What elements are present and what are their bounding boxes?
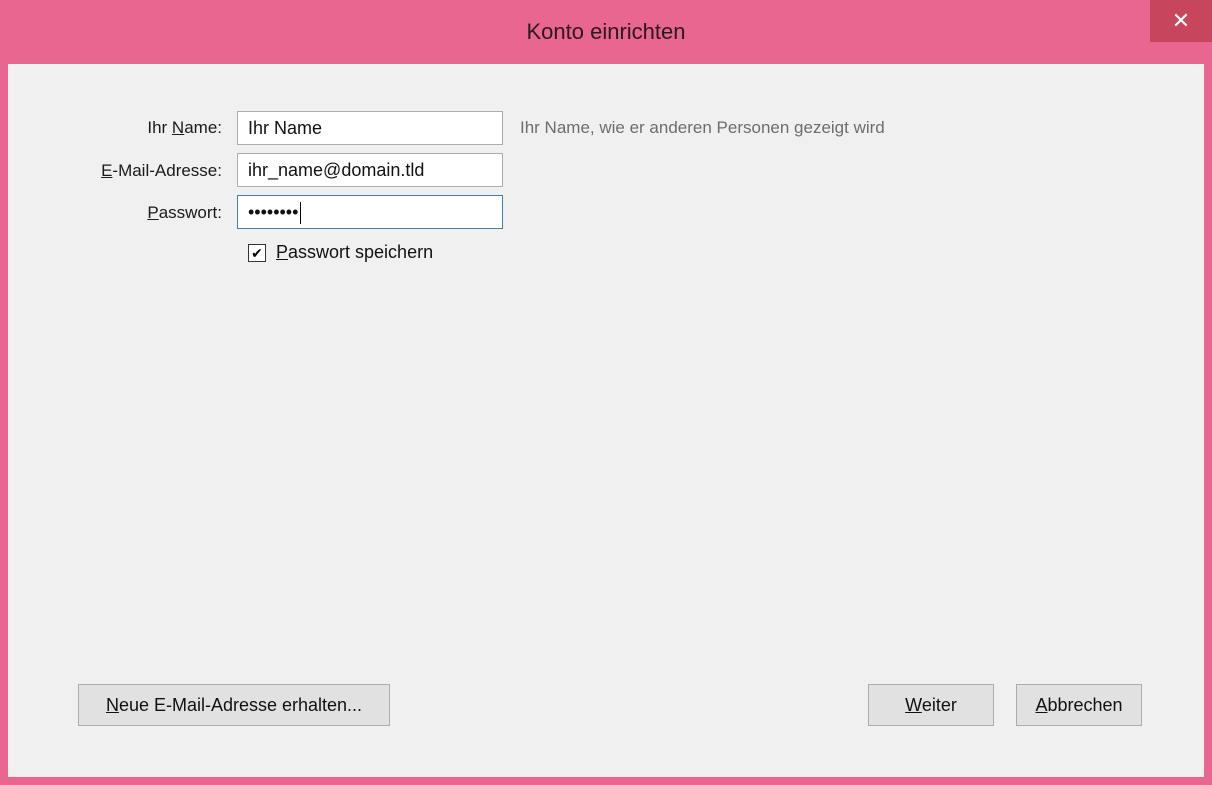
dialog-content: Ihr Name: Ihr Name Ihr Name, wie er ande… [8, 64, 1204, 777]
next-label: eiter [921, 695, 957, 715]
next-button[interactable]: Weiter [868, 684, 994, 726]
password-label-suffix: asswort: [158, 203, 222, 222]
password-label: Passwort: [22, 203, 222, 223]
email-label-accesskey: E [101, 161, 113, 180]
get-new-email-button[interactable]: Neue E-Mail-Adresse erhalten... [78, 684, 390, 726]
name-label: Ihr Name: [22, 118, 222, 138]
save-password-suffix: asswort speichern [288, 242, 434, 262]
name-input[interactable]: Ihr Name [237, 111, 503, 145]
cancel-button[interactable]: Abbrechen [1016, 684, 1142, 726]
setup-account-window: Konto einrichten ✕ Ihr Name: Ihr Name Ih… [0, 0, 1212, 785]
cancel-label: bbrechen [1047, 695, 1123, 715]
name-label-accesskey: N [171, 118, 185, 137]
save-password-checkbox[interactable]: ✔ [248, 244, 266, 262]
checkmark-icon: ✔ [251, 245, 263, 261]
password-input[interactable]: •••••••• [237, 195, 503, 229]
email-label: E-Mail-Adresse: [22, 161, 222, 181]
get-new-email-accesskey: N [105, 695, 119, 715]
cancel-accesskey: A [1035, 695, 1048, 715]
close-icon: ✕ [1171, 8, 1191, 33]
password-input-value: •••••••• [248, 202, 299, 222]
name-label-prefix: Ihr [147, 118, 172, 137]
window-title: Konto einrichten [526, 19, 686, 44]
get-new-email-label: eue E-Mail-Adresse erhalten... [118, 695, 363, 715]
next-accesskey: W [905, 695, 922, 715]
email-input[interactable]: ihr_name@domain.tld [237, 153, 503, 187]
name-label-suffix: ame: [184, 118, 222, 137]
close-button[interactable]: ✕ [1150, 0, 1212, 42]
name-input-value: Ihr Name [248, 118, 323, 138]
title-bar[interactable]: Konto einrichten ✕ [0, 0, 1212, 64]
name-hint: Ihr Name, wie er anderen Personen gezeig… [520, 118, 885, 137]
save-password-accesskey: P [276, 242, 289, 262]
save-password-label[interactable]: Passwort speichern [276, 242, 433, 263]
text-caret [300, 202, 302, 225]
email-label-suffix: -Mail-Adresse: [112, 161, 222, 180]
password-label-accesskey: P [147, 203, 159, 222]
email-input-value: ihr_name@domain.tld [248, 160, 425, 180]
